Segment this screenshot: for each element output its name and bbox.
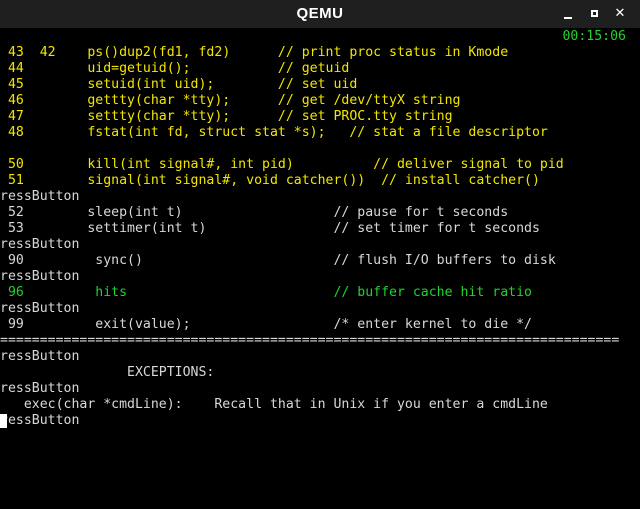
terminal-line: ressButton — [0, 349, 80, 364]
terminal-line: 48 fstat(int fd, struct stat *s); // sta… — [0, 125, 548, 140]
terminal-line: 46 gettty(char *tty); // get /dev/ttyX s… — [0, 93, 461, 108]
minimize-icon[interactable] — [560, 6, 576, 22]
text-cursor — [0, 414, 7, 428]
terminal-line: 90 sync() // flush I/O buffers to disk — [0, 253, 556, 268]
terminal-line: EXCEPTIONS: — [0, 365, 215, 380]
terminal-line: ressButton — [0, 301, 80, 316]
terminal-line: exec(char *cmdLine): Recall that in Unix… — [0, 397, 548, 412]
terminal-line: 50 kill(int signal#, int pid) // deliver… — [0, 157, 564, 172]
terminal-line: 52 sleep(int t) // pause for t seconds — [0, 205, 509, 220]
close-icon[interactable]: ✕ — [612, 6, 628, 22]
terminal-line: 43 ps() // print proc status in Kmode — [0, 45, 509, 60]
maximize-icon[interactable] — [587, 6, 603, 22]
separator-line: ========================================… — [0, 333, 620, 348]
terminal-line: 45 setuid(int uid); // set uid — [0, 77, 358, 92]
terminal-line: ressButton — [0, 189, 80, 204]
terminal-line: 99 exit(value); /* enter kernel to die *… — [0, 317, 532, 332]
terminal-screen[interactable]: 42 dup2(fd1, fd2) 00:15:06 43 ps() // pr… — [0, 28, 640, 509]
window-title: QEMU — [296, 5, 344, 22]
terminal-line: 47 settty(char *tty); // set PROC.tty st… — [0, 109, 453, 124]
terminal-line: ressButton — [0, 237, 80, 252]
terminal-line: ressButton — [0, 413, 80, 428]
terminal-line: 51 signal(int signal#, void catcher()) /… — [0, 173, 540, 188]
terminal-line: 96 hits // buffer cache hit ratio — [0, 285, 532, 300]
terminal-line: 42 dup2(fd1, fd2) 00:15:06 — [0, 29, 640, 60]
terminal-line: 44 uid=getuid(); // getuid — [0, 61, 350, 76]
clock: 00:15:06 — [562, 29, 626, 44]
terminal-line: ressButton — [0, 269, 80, 284]
title-bar[interactable]: QEMU ✕ — [0, 0, 640, 29]
terminal-line: 53 settimer(int t) // set timer for t se… — [0, 221, 540, 236]
terminal-line: ressButton — [0, 381, 80, 396]
